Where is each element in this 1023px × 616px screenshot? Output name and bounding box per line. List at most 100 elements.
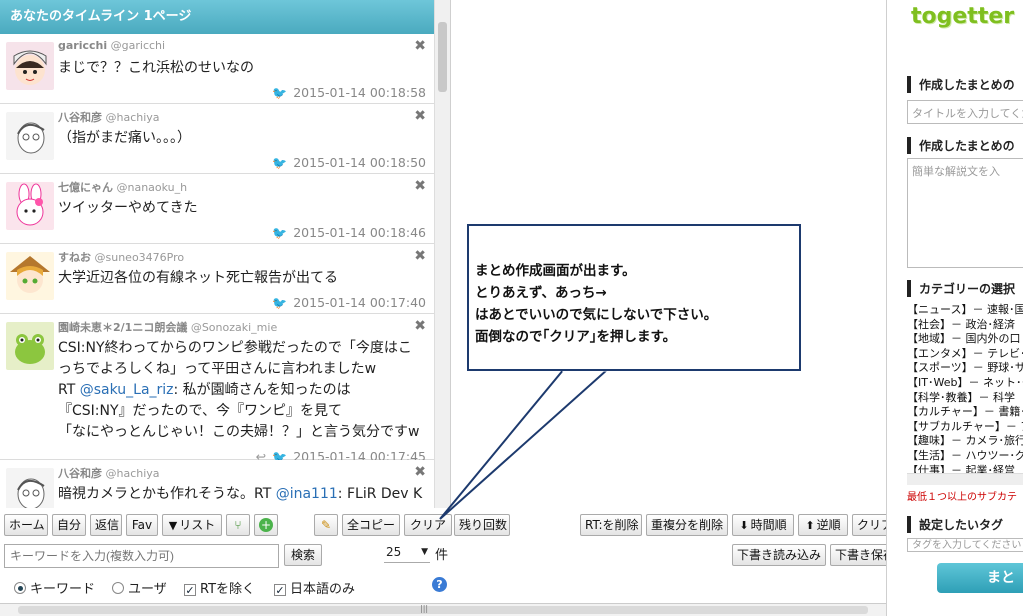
category-item[interactable]: 【社会】－ 政治･経済 bbox=[907, 318, 1023, 333]
keyword-search-input[interactable] bbox=[4, 544, 279, 568]
cartoon-cat-hood-avatar[interactable] bbox=[6, 42, 54, 90]
category-item[interactable]: 【カルチャー】－ 書籍･ bbox=[907, 405, 1023, 420]
home-button[interactable]: ホーム bbox=[4, 514, 48, 536]
checkbox-checked-icon[interactable]: ✓ bbox=[274, 584, 286, 596]
sketch-portrait-avatar[interactable] bbox=[6, 112, 54, 160]
copy-all-button[interactable]: 全コピー bbox=[342, 514, 400, 536]
sketch-portrait-avatar[interactable] bbox=[6, 468, 54, 508]
count-select-value: 25 bbox=[386, 545, 402, 559]
tweet-item[interactable]: 七億にゃん @nanaoku_h ✖ ツイッターやめてきた 🐦 2015-01-1… bbox=[0, 174, 434, 244]
tweet-author-handle[interactable]: @garicchi bbox=[111, 39, 165, 52]
add-icon[interactable]: + bbox=[254, 514, 278, 536]
summary-description-textarea[interactable]: 簡単な解説文を入 bbox=[907, 158, 1023, 268]
list-button-label: リスト bbox=[179, 518, 216, 532]
tweet-author-handle[interactable]: @suneo3476Pro bbox=[95, 251, 185, 264]
tweet-author-name[interactable]: 園崎未恵＊2/1ニコ朗会議 bbox=[58, 321, 187, 334]
callout-line: 面倒なので｢クリア｣を押します。 bbox=[475, 329, 677, 345]
create-summary-button[interactable]: まと bbox=[937, 563, 1023, 593]
close-icon[interactable]: ✖ bbox=[414, 108, 426, 124]
close-icon[interactable]: ✖ bbox=[414, 38, 426, 54]
anime-girl-avatar[interactable] bbox=[6, 252, 54, 300]
user-radio-label: ユーザ bbox=[128, 582, 167, 597]
chevron-down-icon: ▼ bbox=[421, 547, 428, 557]
category-item[interactable]: 【趣味】－ カメラ･旅行 bbox=[907, 434, 1023, 449]
close-icon[interactable]: ✖ bbox=[414, 464, 426, 480]
horizontal-scrollbar[interactable]: ||| bbox=[0, 603, 886, 616]
close-icon[interactable]: ✖ bbox=[414, 318, 426, 334]
radio-unchecked-icon[interactable] bbox=[112, 582, 124, 594]
tweet-author-handle[interactable]: @nanaoku_h bbox=[117, 181, 188, 194]
callout-line: とりあえず、あっち→ bbox=[475, 285, 607, 301]
keyword-radio-label: キーワード bbox=[30, 582, 96, 597]
summary-title-heading: 作成したまとめの bbox=[907, 76, 1015, 93]
tag-input[interactable]: タグを入力してください bbox=[907, 538, 1023, 552]
checkbox-checked-icon[interactable]: ✓ bbox=[184, 584, 196, 596]
scrollbar-thumb[interactable] bbox=[438, 22, 447, 92]
scrollbar-thumb[interactable] bbox=[18, 606, 868, 614]
fav-button[interactable]: Fav bbox=[126, 514, 158, 536]
exclude-rt-checkbox[interactable]: ✓ RTを除く bbox=[184, 578, 255, 597]
close-icon[interactable]: ✖ bbox=[414, 178, 426, 194]
tweet-text: 大学近辺各位の有線ネット死亡報告が出てる bbox=[58, 270, 338, 286]
category-item[interactable]: 【科学･教養】－ 科学 bbox=[907, 391, 1023, 406]
tweet-timestamp[interactable]: 2015-01-14 00:18:46 bbox=[293, 225, 426, 240]
category-scrollbar[interactable] bbox=[907, 473, 1023, 485]
green-frog-avatar[interactable] bbox=[6, 322, 54, 370]
category-list[interactable]: 【ニュース】－ 速報･国 【社会】－ 政治･経済 【地域】－ 国内外の口 【エン… bbox=[907, 303, 1023, 473]
list-button[interactable]: ▼ リスト bbox=[162, 514, 222, 536]
tweet-timestamp[interactable]: 2015-01-14 00:18:58 bbox=[293, 85, 426, 100]
category-item[interactable]: 【地域】－ 国内外の口 bbox=[907, 332, 1023, 347]
tweet-timestamp[interactable]: 2015-01-14 00:18:50 bbox=[293, 155, 426, 170]
tweet-author-handle[interactable]: @Sonozaki_mie bbox=[191, 321, 277, 334]
tweet-timestamp[interactable]: 2015-01-14 00:17:40 bbox=[293, 295, 426, 310]
tweet-item[interactable]: すねお @suneo3476Pro ✖ 大学近辺各位の有線ネット死亡報告が出てる… bbox=[0, 244, 434, 314]
replies-button[interactable]: 返信 bbox=[90, 514, 122, 536]
search-button[interactable]: 検索 bbox=[284, 544, 322, 566]
tweet-item[interactable]: 八谷和彦 @hachiya ✖ （指がまだ痛い。。。） 🐦 2015-01-14 … bbox=[0, 104, 434, 174]
tweet-author-name[interactable]: すねお bbox=[58, 251, 91, 264]
tweet-text: （指がまだ痛い。。。） bbox=[58, 130, 191, 146]
tweet-text-part: : FLiR Dev K bbox=[337, 486, 423, 502]
tweet-text: CSI:NY終わってからのワンピ参戦だったので「今度はこ っちでよろしくね」って… bbox=[58, 338, 426, 443]
category-item[interactable]: 【IT･Web】－ ネット･モ bbox=[907, 376, 1023, 391]
arrow-down-icon: ⬇ bbox=[739, 519, 749, 532]
edit-icon[interactable]: ✎ bbox=[314, 514, 338, 536]
tweet-author-name[interactable]: 七億にゃん bbox=[58, 181, 113, 194]
tweet-item[interactable]: 八谷和彦 @hachiya ✖ 暗視カメラとかも作れそうな。RT @ina111… bbox=[0, 460, 434, 508]
remove-duplicates-button[interactable]: 重複分を削除 bbox=[646, 514, 728, 536]
tweet-author-name[interactable]: 八谷和彦 bbox=[58, 467, 102, 480]
help-icon[interactable]: ? bbox=[432, 577, 447, 592]
category-item[interactable]: 【ニュース】－ 速報･国 bbox=[907, 303, 1023, 318]
category-item[interactable]: 【仕事】－ 起業･経営 bbox=[907, 464, 1023, 473]
self-button[interactable]: 自分 bbox=[52, 514, 86, 536]
sort-by-time-button[interactable]: ⬇ 時間順 bbox=[732, 514, 794, 536]
tweet-author-handle[interactable]: @hachiya bbox=[106, 111, 160, 124]
japanese-only-checkbox[interactable]: ✓ 日本語のみ bbox=[274, 578, 355, 597]
close-icon[interactable]: ✖ bbox=[414, 248, 426, 264]
pink-bunny-avatar[interactable] bbox=[6, 182, 54, 230]
category-item[interactable]: 【エンタメ】－ テレビ･映 bbox=[907, 347, 1023, 362]
tweet-text-line: 『CSI:NY』だったので、今『ワンピ』を見て bbox=[58, 403, 342, 419]
count-select[interactable]: 25 ▼ bbox=[384, 545, 430, 563]
callout-line: まとめ作成画面が出ます。 bbox=[475, 263, 636, 279]
tweet-item[interactable]: 園崎未恵＊2/1ニコ朗会議 @Sonozaki_mie ✖ CSI:NY終わって… bbox=[0, 314, 434, 464]
radio-checked-icon[interactable] bbox=[14, 582, 26, 594]
tweet-item[interactable]: garicchi @garicchi ✖ まじで？？これ浜松のせいなの 🐦 201… bbox=[0, 34, 434, 104]
summary-title-input[interactable]: タイトルを入力してくだ bbox=[907, 100, 1023, 124]
category-item[interactable]: 【スポーツ】－ 野球･サ bbox=[907, 361, 1023, 376]
fork-icon[interactable]: ⑂ bbox=[226, 514, 250, 536]
mention-link[interactable]: @saku_La_riz bbox=[80, 382, 174, 398]
tweet-author-handle[interactable]: @hachiya bbox=[106, 467, 160, 480]
mention-link[interactable]: @ina111 bbox=[276, 486, 338, 502]
user-radio-option[interactable]: ユーザ bbox=[112, 578, 167, 597]
tweet-author-name[interactable]: garicchi bbox=[58, 39, 107, 52]
reverse-order-button[interactable]: ⬆ 逆順 bbox=[798, 514, 848, 536]
rt-text: : 私が園崎さんを知ったのは bbox=[173, 382, 351, 398]
load-draft-button[interactable]: 下書き読み込み bbox=[732, 544, 826, 566]
category-item[interactable]: 【サブカルチャー】－ アニ bbox=[907, 420, 1023, 435]
tweet-text-part: 暗視カメラとかも作れそうな。RT bbox=[58, 486, 276, 502]
tweet-author-name[interactable]: 八谷和彦 bbox=[58, 111, 102, 124]
keyword-radio-option[interactable]: キーワード bbox=[14, 578, 95, 597]
togetter-logo[interactable]: togetter bbox=[911, 4, 1014, 29]
category-item[interactable]: 【生活】－ ハウツー･グ bbox=[907, 449, 1023, 464]
